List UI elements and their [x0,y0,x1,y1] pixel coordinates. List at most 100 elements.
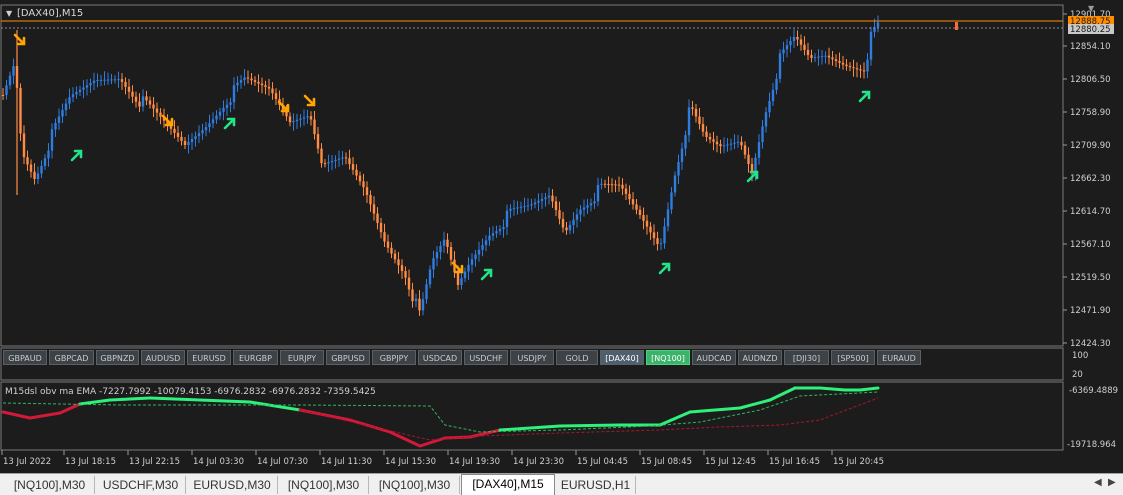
symbol-button-gold[interactable]: GOLD [556,350,598,365]
candle-body [120,79,124,82]
chart-tab[interactable]: EURUSD,H1 [556,476,636,494]
candle-body [722,145,726,147]
candle-body [274,93,278,99]
candle-body [820,56,824,57]
symbol-button-audusd[interactable]: AUDUSD [141,350,185,365]
candle-body [159,112,162,117]
candle-body [537,200,540,203]
candle-body [785,45,789,50]
chart-tab[interactable]: [NQ100],M30 [279,476,369,494]
candle-body [862,70,866,72]
symbol-button-usdcad[interactable]: USDCAD [418,350,462,365]
tab-scroll-left-icon[interactable]: ◀ [1094,477,1102,488]
symbol-button-usdjpy[interactable]: USDJPY [510,350,554,365]
symbol-button-eurgbp[interactable]: EURGBP [233,350,278,365]
candle-body [316,134,320,149]
candle-body [477,249,481,255]
candle-body [22,133,26,158]
candle-body [155,108,159,113]
symbol-button-sp500[interactable]: [SP500] [831,350,875,365]
candle-body [232,85,236,103]
candle-body [12,66,15,76]
chart-tab[interactable]: EURUSD,M30 [187,476,278,494]
candle-body [299,118,302,120]
candle-body [855,68,859,70]
chart-tab[interactable]: [NQ100],M30 [5,476,95,494]
candle-body [656,238,659,244]
candle-body [201,130,204,134]
candle-body [617,184,621,186]
candle-body [831,57,834,60]
candle-body [418,298,421,311]
obv-ma-segment [818,386,847,392]
candle-body [607,184,610,185]
tab-scroll-right-icon[interactable]: ▶ [1108,477,1116,488]
symbol-button-eurusd[interactable]: EURUSD [187,350,231,365]
candle-body [365,187,369,195]
candle-body [61,110,64,117]
chart-tab[interactable]: [NQ100],M30 [370,476,460,494]
candle-body [124,81,127,87]
price-axis: 12901.7012854.1012806.5012758.9012709.90… [1063,10,1111,349]
candle-body [677,162,680,176]
candle-body [386,241,390,248]
candle-body [190,139,194,143]
shift-marker-icon[interactable]: ▼ [1088,4,1095,13]
symbol-button-gbpusd[interactable]: GBPUSD [326,350,370,365]
candle-body [246,77,250,79]
time-label: 15 Jul 16:45 [769,457,820,467]
symbol-button-audcad[interactable]: AUDCAD [692,350,736,365]
candle-body [463,271,467,279]
candle-body [649,226,652,233]
symbol-button-gbpcad[interactable]: GBPCAD [49,350,94,365]
candle-body [68,97,71,104]
candle-body [866,59,869,72]
chart-tab[interactable]: USDCHF,M30 [96,476,186,494]
candle-body [334,159,337,161]
symbol-button-audnzd[interactable]: AUDNZD [738,350,782,365]
candle-body [474,254,477,260]
candle-body [859,69,862,71]
candle-body [341,157,344,159]
candle-body [796,36,799,40]
symbol-button-euraud[interactable]: EURAUD [877,350,921,365]
chart-menu-icon[interactable]: ▼ [6,9,13,18]
candle-body [600,183,603,185]
candle-body [85,85,89,88]
symbol-button-gbpnzd[interactable]: GBPNZD [96,350,139,365]
obv-ma-segment [558,423,622,428]
candle-body [92,80,96,84]
candle-body [813,57,817,59]
chart-window[interactable]: 12901.70 12854.10 12806.50 12758.90 12709.90… [0,0,1123,473]
candle-body [26,157,29,165]
symbol-scale-top: 100 [1072,351,1088,361]
candle-body [29,164,33,172]
candle-body [719,144,722,147]
candle-body [176,132,180,137]
candle-body [460,278,463,285]
symbol-button-eurjpy[interactable]: EURJPY [280,350,324,365]
candle-body [589,203,593,206]
candle-body [64,103,68,111]
candle-body [309,116,313,120]
candle-body [78,89,82,93]
candle-body [204,127,208,131]
candle-body [663,226,666,244]
candle-body [425,284,428,300]
symbol-button-gbpaud[interactable]: GBPAUD [3,350,47,365]
obv-ma-segment [858,386,880,392]
candle-body [803,44,806,50]
candle-body [533,202,537,205]
candle-body [110,79,113,81]
symbol-button-usdchf[interactable]: USDCHF [464,350,508,365]
symbol-button-dax40[interactable]: [DAX40] [600,350,644,365]
candle-body [390,247,393,254]
candle-body [33,171,36,179]
candle-body [358,175,362,182]
chart-tab[interactable]: [DAX40],M15 [461,474,555,495]
chart-canvas[interactable]: 12901.7012854.1012806.5012758.9012709.90… [0,0,1123,473]
symbol-button-gbpjpy[interactable]: GBPJPY [372,350,416,365]
candle-body [435,252,439,259]
symbol-button-nq100[interactable]: [NQ100] [646,350,690,365]
symbol-button-dji30[interactable]: [DJI30] [784,350,829,365]
